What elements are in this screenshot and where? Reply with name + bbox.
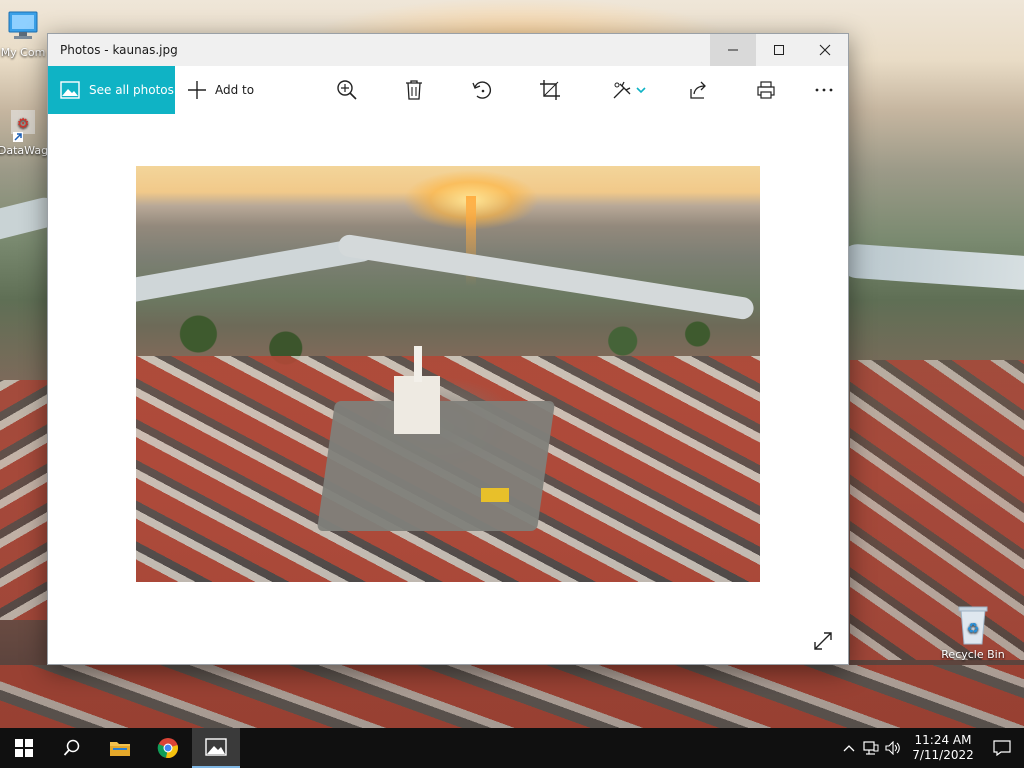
share-icon — [690, 81, 706, 99]
close-icon — [819, 44, 831, 56]
desktop-icon-recycle-bin[interactable]: ♻ Recycle Bin — [938, 604, 1008, 661]
recycle-bin-icon: ♻ — [958, 606, 988, 645]
see-all-photos-label: See all photos — [89, 83, 174, 97]
photos-app-icon — [205, 738, 227, 756]
fullscreen-button[interactable] — [812, 630, 834, 652]
minimize-button[interactable] — [710, 34, 756, 66]
zoom-button[interactable] — [335, 78, 359, 102]
start-button[interactable] — [0, 728, 48, 768]
folder-icon — [110, 742, 130, 756]
photos-toolbar: See all photos Add to — [48, 66, 848, 114]
datawagon-icon: ⚙ — [11, 110, 35, 142]
photo-viewer-image[interactable] — [136, 166, 760, 582]
taskbar-clock[interactable]: 11:24 AM 7/11/2022 — [906, 733, 980, 763]
desktop-icon-label: Recycle Bin — [941, 648, 1005, 661]
edit-icon — [613, 81, 631, 99]
speaker-icon — [885, 741, 900, 755]
desktop-icon-label: My Com — [0, 46, 46, 59]
more-options-button[interactable] — [812, 78, 836, 102]
system-tray: 11:24 AM 7/11/2022 — [838, 728, 1024, 768]
desktop-icon-label: DataWag — [0, 144, 49, 157]
add-to-button[interactable]: Add to — [187, 80, 254, 100]
edit-create-dropdown[interactable] — [634, 78, 648, 102]
network-icon — [863, 741, 879, 755]
volume-button[interactable] — [882, 741, 904, 755]
notification-icon — [993, 740, 1011, 756]
network-button[interactable] — [860, 741, 882, 755]
taskbar-chrome[interactable] — [144, 728, 192, 768]
taskbar: 11:24 AM 7/11/2022 — [0, 728, 1024, 768]
close-button[interactable] — [802, 34, 848, 66]
expand-icon — [814, 632, 832, 650]
maximize-icon — [774, 45, 784, 55]
wallpaper-river-right — [839, 243, 1024, 291]
share-button[interactable] — [686, 78, 710, 102]
window-titlebar[interactable]: Photos - kaunas.jpg — [48, 34, 848, 66]
wallpaper-roofs-bottom — [0, 665, 1024, 728]
delete-icon — [406, 80, 422, 100]
svg-text:⚙: ⚙ — [17, 116, 30, 132]
svg-text:♻: ♻ — [967, 621, 980, 637]
crop-button[interactable] — [538, 78, 562, 102]
taskbar-file-explorer[interactable] — [96, 728, 144, 768]
print-icon — [757, 81, 775, 99]
rotate-icon — [472, 81, 492, 99]
rotate-button[interactable] — [470, 78, 494, 102]
plus-icon — [188, 81, 206, 99]
more-icon — [815, 88, 833, 92]
chrome-icon — [157, 738, 178, 758]
see-all-photos-button[interactable]: See all photos — [48, 66, 175, 114]
clock-time: 11:24 AM — [914, 733, 972, 747]
chevron-up-icon — [843, 745, 855, 752]
photo-town-hall-tower — [414, 346, 422, 382]
photo-market-stalls — [481, 488, 509, 502]
window-title: Photos - kaunas.jpg — [60, 43, 178, 57]
windows-logo-icon — [15, 739, 33, 757]
add-to-label: Add to — [215, 83, 255, 97]
clock-date: 7/11/2022 — [912, 748, 974, 762]
photo-town-hall — [394, 376, 440, 434]
gallery-icon — [60, 81, 80, 99]
computer-icon — [8, 11, 38, 39]
print-button[interactable] — [754, 78, 778, 102]
zoom-icon — [337, 80, 357, 100]
edit-create-button[interactable] — [610, 78, 634, 102]
crop-icon — [540, 80, 560, 100]
delete-button[interactable] — [402, 78, 426, 102]
wallpaper-roofs-left — [0, 380, 48, 620]
search-icon — [63, 739, 80, 756]
maximize-button[interactable] — [756, 34, 802, 66]
chevron-down-icon — [636, 87, 646, 94]
minimize-icon — [728, 49, 738, 51]
search-button[interactable] — [48, 728, 96, 768]
photos-window: Photos - kaunas.jpg See all photos Add t… — [47, 33, 849, 665]
taskbar-photos[interactable] — [192, 728, 240, 768]
show-hidden-icons-button[interactable] — [838, 744, 860, 752]
action-center-button[interactable] — [980, 728, 1024, 768]
